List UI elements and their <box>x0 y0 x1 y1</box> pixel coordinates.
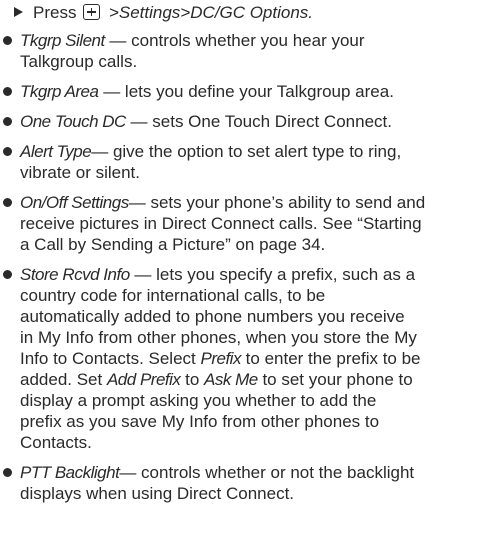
list-item: One Touch DC — sets One Touch Direct Con… <box>0 111 497 132</box>
option-term: On/Off Settings <box>20 193 129 212</box>
list-item: Store Rcvd Info — lets you specify a pre… <box>0 264 497 453</box>
option-term: Store Rcvd Info <box>20 265 130 284</box>
menu-key-icon <box>83 4 101 20</box>
options-list: Tkgrp Silent — controls whether you hear… <box>0 30 497 513</box>
instruction-step: Press >Settings>DC/GC Options. <box>14 2 313 23</box>
bullet-icon <box>3 36 12 45</box>
bullet-icon <box>3 468 12 477</box>
option-term: PTT Backlight <box>20 463 120 482</box>
bullet-icon <box>3 270 12 279</box>
option-term: One Touch DC <box>20 112 126 131</box>
bullet-icon <box>3 198 12 207</box>
step-prefix: Press <box>33 3 77 22</box>
option-term: Tkgrp Area <box>20 82 99 101</box>
option-term: Tkgrp Silent <box>20 31 105 50</box>
bullet-icon <box>3 147 12 156</box>
option-term: Alert Type <box>20 142 92 161</box>
manual-page: Press >Settings>DC/GC Options. Tkgrp Sil… <box>0 0 497 554</box>
list-item: PTT Backlight— controls whether or not t… <box>0 462 497 504</box>
step-arrow-icon <box>14 7 23 17</box>
bullet-icon <box>3 117 12 126</box>
list-item: Tkgrp Area — lets you define your Talkgr… <box>0 81 497 102</box>
bullet-icon <box>3 87 12 96</box>
list-item: Tkgrp Silent — controls whether you hear… <box>0 30 497 72</box>
list-item: On/Off Settings— sets your phone’s abili… <box>0 192 497 255</box>
settings-path: >Settings>DC/GC Options. <box>104 3 314 22</box>
list-item: Alert Type— give the option to set alert… <box>0 141 497 183</box>
